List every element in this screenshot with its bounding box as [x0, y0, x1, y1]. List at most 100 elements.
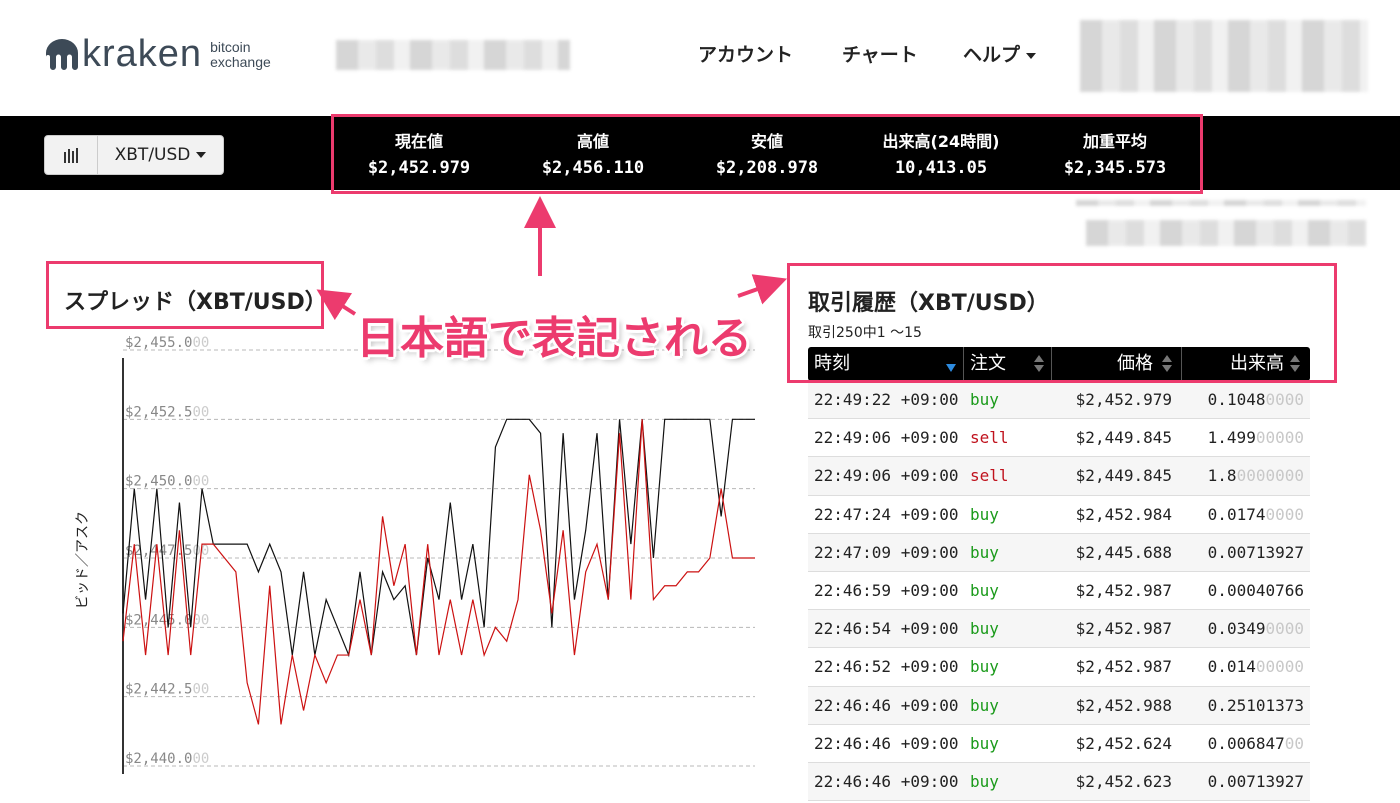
- table-row: 22:46:59 +09:00 buy $2,452.987 0.00040766: [808, 572, 1310, 611]
- ask-series-line: [122, 418, 755, 658]
- trade-volume: 0.03490000: [1208, 610, 1304, 648]
- trade-volume: 0.25101373: [1208, 687, 1304, 725]
- trade-price: $2,452.979: [1075, 390, 1172, 409]
- redacted-sidebar-info: [1086, 220, 1366, 246]
- y-tick-label: $2,452.500: [125, 404, 209, 420]
- trade-volume-padding: 0000: [1265, 390, 1304, 409]
- nav-account[interactable]: アカウント: [698, 40, 793, 67]
- spread-chart[interactable]: $2,455.000$2,452.500$2,450.000$2,447.500…: [95, 330, 765, 790]
- chart-toggle-button[interactable]: [45, 136, 98, 174]
- trade-volume: 1.49900000: [1208, 419, 1304, 457]
- trade-time: 22:46:46 +09:00: [814, 771, 959, 791]
- nav-chart[interactable]: チャート: [842, 40, 918, 67]
- trade-price: $2,452.987: [1075, 657, 1172, 677]
- annotation-box-spread-title: [46, 261, 324, 329]
- trade-side: buy: [970, 504, 999, 524]
- trade-time: 22:47:24 +09:00: [814, 504, 959, 524]
- trade-side: sell: [970, 428, 1009, 448]
- brand-tagline: bitcoin exchange: [210, 40, 271, 70]
- trade-volume-main: 0.006847: [1207, 733, 1285, 753]
- trade-volume-main: 0.00713927: [1207, 771, 1304, 791]
- trade-price: $2,452.624: [1075, 733, 1172, 753]
- y-tick-label: $2,442.500: [125, 682, 209, 698]
- table-row: 22:46:46 +09:00 buy $2,452.624 0.00684700: [808, 725, 1310, 763]
- trade-volume-main: 1.499: [1207, 428, 1256, 448]
- annotation-label: 日本語で表記される: [356, 313, 752, 364]
- brand-tagline-line1: bitcoin: [210, 39, 251, 55]
- trade-volume-padding: 0000000: [1236, 466, 1304, 486]
- pair-selector: XBT/USD: [44, 135, 224, 175]
- table-row: 22:46:52 +09:00 buy $2,452.987 0.01400000: [808, 648, 1310, 687]
- trade-volume: 0.01740000: [1208, 496, 1304, 534]
- trade-time: 22:47:09 +09:00: [814, 542, 959, 562]
- trade-volume-main: 0.014: [1207, 657, 1256, 677]
- chevron-down-icon: [196, 152, 207, 158]
- trade-volume-padding: 00000: [1255, 428, 1304, 448]
- y-tick-label: $2,455.000: [125, 335, 209, 351]
- bid-series-line: [122, 419, 755, 725]
- arrow-left-icon: [316, 289, 357, 321]
- trade-side: buy: [970, 390, 999, 409]
- annotation-box-trade-history: [787, 263, 1337, 383]
- redacted-user-info: [1080, 20, 1368, 92]
- trade-side: buy: [970, 619, 999, 639]
- trade-volume-padding: 0000: [1265, 504, 1304, 524]
- trade-volume-main: 0.1048: [1207, 390, 1266, 409]
- trade-volume-main: 0.00040766: [1207, 580, 1304, 600]
- trade-side: buy: [970, 695, 999, 715]
- trade-volume: 0.01400000: [1208, 648, 1304, 686]
- trade-side: buy: [970, 771, 999, 791]
- table-row: 22:46:54 +09:00 buy $2,452.987 0.03490000: [808, 610, 1310, 649]
- trade-price: $2,452.987: [1075, 619, 1172, 639]
- trade-time: 22:46:46 +09:00: [814, 733, 959, 753]
- top-header: kraken bitcoin exchange アカウント チャート ヘルプ: [0, 0, 1400, 116]
- annotation-box-ticker: [331, 114, 1203, 194]
- nav-help[interactable]: ヘルプ: [963, 40, 1037, 67]
- trade-side: buy: [970, 733, 999, 753]
- trade-time: 22:49:06 +09:00: [814, 428, 959, 448]
- trade-price: $2,452.988: [1075, 695, 1172, 715]
- brand-tagline-line2: exchange: [210, 54, 271, 70]
- table-row: 22:49:22 +09:00 buy $2,452.979 0.10480000: [808, 381, 1310, 420]
- trade-volume-main: 0.25101373: [1207, 695, 1304, 715]
- arrow-right-icon: [737, 274, 788, 305]
- trade-volume: 0.00040766: [1208, 572, 1304, 610]
- kraken-logo[interactable]: kraken bitcoin exchange: [44, 34, 271, 74]
- redacted-account-info: [336, 40, 570, 70]
- trade-time: 22:49:22 +09:00: [814, 390, 959, 409]
- trade-time: 22:46:59 +09:00: [814, 580, 959, 600]
- trade-price: $2,449.845: [1075, 466, 1172, 486]
- trade-volume: 0.10480000: [1208, 381, 1304, 419]
- trade-time: 22:49:06 +09:00: [814, 466, 959, 486]
- trade-volume-main: 0.0174: [1207, 504, 1266, 524]
- trade-volume: 0.00713927: [1208, 763, 1304, 801]
- trade-volume-main: 1.8: [1207, 466, 1237, 486]
- kraken-logo-icon: [46, 39, 78, 70]
- trade-volume: 1.80000000: [1208, 457, 1304, 495]
- y-tick-label: $2,440.000: [125, 751, 209, 767]
- table-row: 22:46:46 +09:00 buy $2,452.623 0.00713927: [808, 762, 1310, 802]
- trade-price: $2,445.688: [1075, 542, 1172, 562]
- chevron-down-icon: [1026, 52, 1037, 59]
- pair-dropdown[interactable]: XBT/USD: [98, 136, 223, 174]
- trade-side: sell: [970, 466, 1009, 486]
- table-row: 22:49:06 +09:00 sell $2,449.845 1.80000000: [808, 457, 1310, 496]
- trade-volume-padding: 0000: [1265, 619, 1304, 639]
- trade-time: 22:46:46 +09:00: [814, 695, 959, 715]
- trade-side: buy: [970, 580, 999, 600]
- table-row: 22:47:09 +09:00 buy $2,445.688 0.00713927: [808, 533, 1310, 572]
- trade-volume-main: 0.0349: [1207, 619, 1266, 639]
- trade-side: buy: [970, 657, 999, 677]
- pair-dropdown-value: XBT/USD: [114, 145, 191, 165]
- redacted-sidebar-info: [1076, 200, 1366, 206]
- trade-volume-padding: 00000: [1255, 657, 1304, 677]
- trade-table-body: 22:49:22 +09:00 buy $2,452.979 0.10480000 22…: [808, 381, 1310, 802]
- trade-volume: 0.00684700: [1208, 725, 1304, 763]
- trade-side: buy: [970, 542, 999, 562]
- trade-volume-main: 0.00713927: [1207, 542, 1304, 562]
- y-tick-label: $2,450.000: [125, 474, 209, 490]
- table-row: 22:46:46 +09:00 buy $2,452.988 0.25101373: [808, 686, 1310, 725]
- nav-help-label: ヘルプ: [963, 44, 1021, 66]
- trade-price: $2,452.623: [1075, 771, 1172, 791]
- table-row: 22:47:24 +09:00 buy $2,452.984 0.01740000: [808, 496, 1310, 534]
